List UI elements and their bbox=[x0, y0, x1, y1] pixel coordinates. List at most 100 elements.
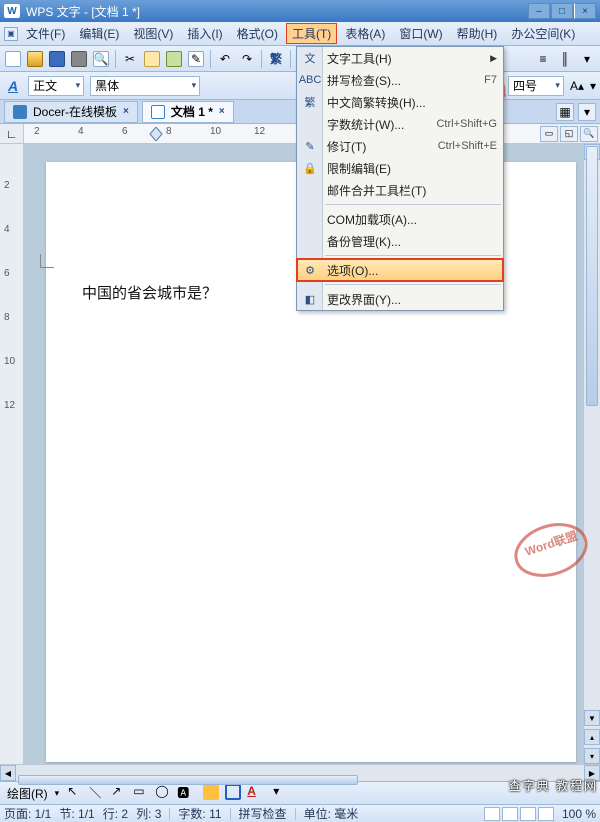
view-mode-3[interactable] bbox=[520, 807, 536, 821]
tools-menu-item[interactable]: 繁中文简繁转换(H)... bbox=[297, 91, 503, 113]
title-bar: W WPS 文字 - [文档 1 *] – □ × bbox=[0, 0, 600, 22]
next-page-button[interactable]: ▾ bbox=[584, 748, 600, 764]
menu-help[interactable]: 帮助(H) bbox=[451, 23, 504, 44]
status-bar: 页面: 1/1 节: 1/1 行: 2 列: 3 字数: 11 拼写检查 单位:… bbox=[0, 804, 600, 822]
textbox-tool-button[interactable]: 🅰 bbox=[177, 784, 195, 802]
status-spellcheck[interactable]: 拼写检查 bbox=[239, 805, 287, 822]
ruler-view-btn-2[interactable]: ◱ bbox=[560, 126, 578, 142]
scroll-thumb-vertical[interactable] bbox=[586, 146, 598, 406]
tools-menu-item[interactable]: ◧更改界面(Y)... bbox=[297, 288, 503, 310]
menu-insert[interactable]: 插入(I) bbox=[181, 23, 228, 44]
line-spacing-button[interactable]: ║ bbox=[556, 50, 574, 68]
status-row: 行: 2 bbox=[103, 805, 128, 822]
style-select[interactable]: 正文 bbox=[28, 76, 84, 96]
app-icon: W bbox=[4, 4, 20, 18]
window-title: WPS 文字 - [文档 1 *] bbox=[26, 3, 528, 20]
drawing-label[interactable]: 绘图(R) bbox=[4, 785, 51, 802]
tab-new-button[interactable]: ▦ bbox=[556, 103, 574, 121]
indent-marker-icon[interactable] bbox=[148, 127, 164, 141]
close-button[interactable]: × bbox=[574, 3, 596, 19]
scroll-down-button[interactable]: ▼ bbox=[584, 710, 600, 726]
lock-icon: 🔒 bbox=[301, 159, 319, 177]
close-tab-icon[interactable]: × bbox=[219, 106, 225, 117]
minimize-button[interactable]: – bbox=[528, 3, 550, 19]
tab-list-button[interactable]: ▾ bbox=[578, 103, 596, 121]
format-painter-button[interactable]: ✎ bbox=[187, 50, 205, 68]
ruler-vertical[interactable]: 2 4 6 8 10 12 bbox=[0, 144, 24, 764]
copy-button[interactable] bbox=[143, 50, 161, 68]
menu-file[interactable]: 文件(F) bbox=[20, 23, 71, 44]
menu-edit[interactable]: 编辑(E) bbox=[73, 23, 125, 44]
arrow-tool-button[interactable]: ↗ bbox=[111, 784, 129, 802]
menu-format[interactable]: 格式(O) bbox=[231, 23, 284, 44]
print-preview-button[interactable]: 🔍 bbox=[92, 50, 110, 68]
ruler-view-btn-3[interactable]: 🔍 bbox=[580, 126, 598, 142]
menu-tools[interactable]: 工具(T) bbox=[286, 23, 337, 44]
tools-menu-item[interactable]: 字数统计(W)...Ctrl+Shift+G bbox=[297, 113, 503, 135]
menu-view[interactable]: 视图(V) bbox=[127, 23, 179, 44]
text-icon: 繁 bbox=[301, 93, 319, 111]
menu-item-label: 备份管理(K)... bbox=[327, 233, 401, 250]
view-mode-4[interactable] bbox=[538, 807, 554, 821]
font-format-icon: A bbox=[4, 78, 22, 94]
redo-button[interactable]: ↷ bbox=[238, 50, 256, 68]
more-draw-button[interactable]: ▾ bbox=[273, 784, 291, 802]
prev-page-button[interactable]: ▴ bbox=[584, 729, 600, 745]
undo-button[interactable]: ↶ bbox=[216, 50, 234, 68]
open-button[interactable] bbox=[26, 50, 44, 68]
align-buttons[interactable]: ≡ bbox=[534, 50, 552, 68]
menu-shortcut: Ctrl+Shift+G bbox=[436, 118, 497, 130]
menu-item-label: 限制编辑(E) bbox=[327, 160, 391, 177]
oval-tool-button[interactable]: ◯ bbox=[155, 784, 173, 802]
restore-button[interactable]: □ bbox=[551, 3, 573, 19]
tools-menu-item[interactable]: 🔒 限制编辑(E) bbox=[297, 157, 503, 179]
menu-window[interactable]: 窗口(W) bbox=[393, 23, 448, 44]
scroll-left-button[interactable]: ◀ bbox=[0, 765, 16, 781]
menu-item-label: 邮件合并工具栏(T) bbox=[327, 182, 426, 199]
more-button[interactable]: ▾ bbox=[578, 50, 596, 68]
watermark-site-label: 查字典 教程网 bbox=[509, 776, 598, 794]
tab-docer-templates[interactable]: Docer-在线模板 × bbox=[4, 101, 138, 123]
more-format-button[interactable]: ▾ bbox=[590, 79, 596, 93]
tools-menu-item[interactable]: ⚙选项(O)... bbox=[297, 259, 503, 281]
save-button[interactable] bbox=[48, 50, 66, 68]
tools-menu-item[interactable]: COM加载项(A)... bbox=[297, 208, 503, 230]
tools-menu-item[interactable]: ✎修订(T)Ctrl+Shift+E bbox=[297, 135, 503, 157]
view-mode-2[interactable] bbox=[502, 807, 518, 821]
cut-button[interactable]: ✂ bbox=[121, 50, 139, 68]
tab-label: 文档 1 * bbox=[171, 103, 213, 120]
status-wordcount[interactable]: 字数: 11 bbox=[178, 805, 221, 822]
scroll-thumb-horizontal[interactable] bbox=[18, 775, 358, 785]
tools-menu-item[interactable]: 文文字工具(H)▶ bbox=[297, 47, 503, 69]
view-mode-buttons[interactable] bbox=[484, 807, 554, 821]
grow-font-button[interactable]: A▴ bbox=[570, 79, 584, 93]
menu-bar: ▣ 文件(F) 编辑(E) 视图(V) 插入(I) 格式(O) 工具(T) 表格… bbox=[0, 22, 600, 46]
select-tool-button[interactable]: ↖ bbox=[67, 784, 85, 802]
docer-icon bbox=[13, 105, 27, 119]
line-color-button[interactable] bbox=[225, 784, 243, 802]
font-size-select[interactable]: 四号 bbox=[508, 76, 564, 96]
ruler-view-btn-1[interactable]: ▭ bbox=[540, 126, 558, 142]
line-tool-button[interactable]: ＼ bbox=[89, 784, 107, 802]
status-zoom[interactable]: 100 % bbox=[562, 807, 596, 821]
tab-document-1[interactable]: 文档 1 * × bbox=[142, 101, 234, 123]
trad-convert-button[interactable]: 繁 bbox=[267, 50, 285, 68]
print-button[interactable] bbox=[70, 50, 88, 68]
close-tab-icon[interactable]: × bbox=[123, 106, 129, 117]
ruler-corner[interactable]: ∟ bbox=[0, 124, 24, 143]
fill-color-button[interactable] bbox=[203, 784, 221, 802]
rect-tool-button[interactable]: ▭ bbox=[133, 784, 151, 802]
status-unit[interactable]: 单位: 毫米 bbox=[304, 805, 359, 822]
menu-workspace[interactable]: 办公空间(K) bbox=[505, 23, 581, 44]
paste-button[interactable] bbox=[165, 50, 183, 68]
new-doc-button[interactable] bbox=[4, 50, 22, 68]
menu-table[interactable]: 表格(A) bbox=[339, 23, 391, 44]
font-select[interactable]: 黑体 bbox=[90, 76, 200, 96]
view-mode-1[interactable] bbox=[484, 807, 500, 821]
tools-menu-item[interactable]: ABC拼写检查(S)...F7 bbox=[297, 69, 503, 91]
tools-menu-item[interactable]: 邮件合并工具栏(T) bbox=[297, 179, 503, 201]
tools-menu-item[interactable]: 备份管理(K)... bbox=[297, 230, 503, 252]
menubar-toggle-icon[interactable]: ▣ bbox=[4, 27, 18, 41]
scrollbar-vertical[interactable]: ▲ ▼ ▴ ▾ bbox=[583, 144, 600, 764]
font-color-button[interactable]: A bbox=[247, 784, 265, 802]
